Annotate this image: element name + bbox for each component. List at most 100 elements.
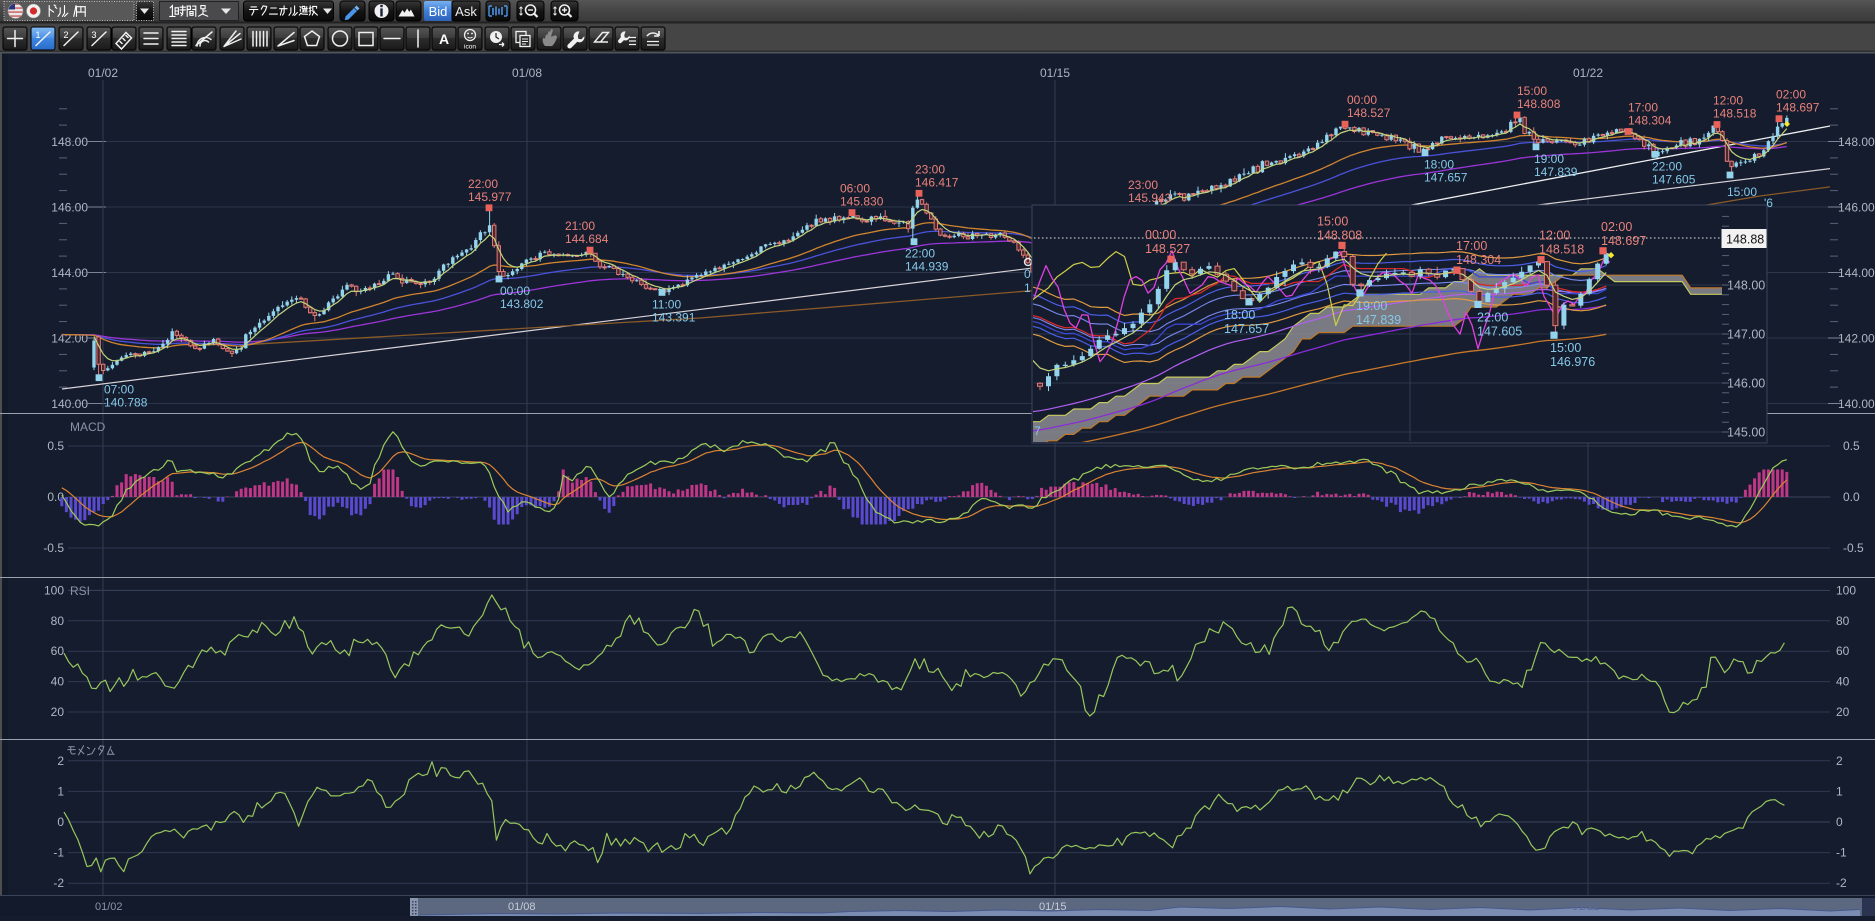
svg-text:148.00: 148.00 (51, 135, 88, 149)
svg-text:147.657: 147.657 (1424, 171, 1468, 185)
svg-text:07:00: 07:00 (104, 383, 134, 397)
svg-text:15:00: 15:00 (1517, 84, 1547, 98)
svg-text:22:00: 22:00 (1652, 159, 1682, 173)
svg-text:100: 100 (44, 583, 64, 597)
svg-text:icon: icon (464, 44, 476, 51)
svg-text:RSI: RSI (70, 584, 90, 598)
svg-text:100: 100 (1836, 583, 1856, 597)
svg-text:02:00: 02:00 (1776, 88, 1806, 102)
svg-text:20: 20 (51, 705, 65, 719)
svg-text:'6: '6 (1764, 196, 1773, 210)
svg-text:147.605: 147.605 (1652, 172, 1696, 186)
svg-text:-2: -2 (1836, 876, 1847, 890)
svg-text:0: 0 (57, 815, 64, 829)
svg-text:144.00: 144.00 (51, 266, 88, 280)
svg-text:01/08: 01/08 (512, 66, 542, 80)
svg-text:15:00: 15:00 (1727, 185, 1757, 199)
svg-text:140.00: 140.00 (1838, 397, 1875, 411)
svg-text:01/22: 01/22 (1572, 901, 1600, 913)
svg-text:144.939: 144.939 (905, 260, 949, 274)
svg-text:A: A (439, 31, 449, 47)
svg-text:148.88: 148.88 (1726, 233, 1764, 247)
svg-text:145.943: 145.943 (1128, 191, 1172, 205)
svg-text:17:00: 17:00 (1628, 101, 1658, 115)
svg-text:148.697: 148.697 (1776, 101, 1820, 115)
svg-text:0: 0 (1836, 815, 1843, 829)
svg-text:0.0: 0.0 (1843, 490, 1860, 504)
svg-text:0.5: 0.5 (1843, 439, 1860, 453)
svg-text:145.00: 145.00 (1727, 426, 1765, 440)
svg-text:140.788: 140.788 (104, 396, 148, 410)
svg-text:147.00: 147.00 (1727, 328, 1765, 342)
svg-text:11:00: 11:00 (652, 297, 681, 311)
svg-text:3: 3 (92, 30, 97, 40)
svg-text:80: 80 (1836, 614, 1850, 628)
svg-text:01/02: 01/02 (88, 66, 118, 80)
svg-text:06:00: 06:00 (840, 182, 870, 196)
svg-text:00:00: 00:00 (500, 284, 530, 298)
svg-text:02:00: 02:00 (1601, 220, 1632, 234)
svg-text:143.802: 143.802 (500, 297, 544, 311)
svg-text:00:00: 00:00 (1145, 228, 1176, 242)
svg-text:12:00: 12:00 (1713, 94, 1743, 108)
svg-text:148.518: 148.518 (1713, 107, 1757, 121)
svg-text:146.976: 146.976 (1550, 355, 1595, 369)
svg-text:-0.5: -0.5 (43, 541, 64, 555)
svg-text:142.00: 142.00 (1838, 332, 1875, 346)
svg-text:2: 2 (1836, 754, 1843, 768)
svg-text:01/15: 01/15 (1040, 66, 1070, 80)
svg-text:80: 80 (51, 614, 65, 628)
svg-text:148.808: 148.808 (1317, 228, 1362, 242)
svg-text:40: 40 (51, 675, 65, 689)
svg-text:142.00: 142.00 (51, 332, 88, 346)
svg-text:0.5: 0.5 (47, 439, 64, 453)
svg-text:60: 60 (1836, 644, 1850, 658)
svg-text:148.00: 148.00 (1838, 135, 1875, 149)
svg-text:148.808: 148.808 (1517, 97, 1561, 111)
svg-text:12:00: 12:00 (1539, 229, 1570, 243)
svg-text:18:00: 18:00 (1424, 158, 1454, 172)
svg-text:-1: -1 (53, 846, 64, 860)
svg-text:1: 1 (1024, 281, 1031, 295)
svg-text:60: 60 (51, 644, 65, 658)
svg-text:147.839: 147.839 (1534, 165, 1578, 179)
svg-text:40: 40 (1836, 675, 1850, 689)
svg-text:Ask: Ask (455, 4, 477, 19)
svg-text:148.527: 148.527 (1145, 242, 1190, 256)
svg-text:146.00: 146.00 (51, 201, 88, 215)
svg-text:148.304: 148.304 (1456, 253, 1501, 267)
svg-text:21:00: 21:00 (565, 219, 595, 233)
svg-text:1: 1 (36, 30, 41, 40)
svg-text:145.830: 145.830 (840, 195, 884, 209)
svg-text:146.00: 146.00 (1727, 377, 1765, 391)
svg-text:23:00: 23:00 (915, 162, 945, 176)
svg-text:1: 1 (57, 784, 64, 798)
svg-text:0: 0 (1024, 267, 1031, 281)
svg-text:140.00: 140.00 (51, 397, 88, 411)
svg-text:1: 1 (1836, 784, 1843, 798)
svg-text:00:00: 00:00 (1347, 93, 1377, 107)
svg-text:147.657: 147.657 (1224, 322, 1269, 336)
svg-text:MACD: MACD (70, 420, 106, 434)
svg-text:01/15: 01/15 (1039, 901, 1067, 913)
svg-text:22:00: 22:00 (1477, 310, 1508, 324)
svg-text:148.00: 148.00 (1727, 279, 1765, 293)
svg-text:19:00: 19:00 (1356, 299, 1387, 313)
svg-text:17:00: 17:00 (1456, 239, 1487, 253)
svg-text:144.684: 144.684 (565, 232, 609, 246)
svg-text:146.417: 146.417 (915, 175, 959, 189)
svg-text:144.00: 144.00 (1838, 266, 1875, 280)
svg-text:15:00: 15:00 (1550, 341, 1581, 355)
svg-text:15:00: 15:00 (1317, 214, 1348, 228)
svg-text:-1: -1 (1836, 846, 1847, 860)
svg-text:146.00: 146.00 (1838, 201, 1875, 215)
svg-text:143.391: 143.391 (652, 310, 696, 324)
svg-text:2: 2 (64, 30, 69, 40)
svg-text:-0.5: -0.5 (1843, 541, 1864, 555)
svg-text:19:00: 19:00 (1534, 152, 1564, 166)
svg-text:2: 2 (57, 754, 64, 768)
svg-text:22:00: 22:00 (905, 247, 935, 261)
svg-text:145.977: 145.977 (468, 190, 512, 204)
svg-text:148.518: 148.518 (1539, 243, 1584, 257)
svg-text:Bid: Bid (429, 4, 448, 19)
